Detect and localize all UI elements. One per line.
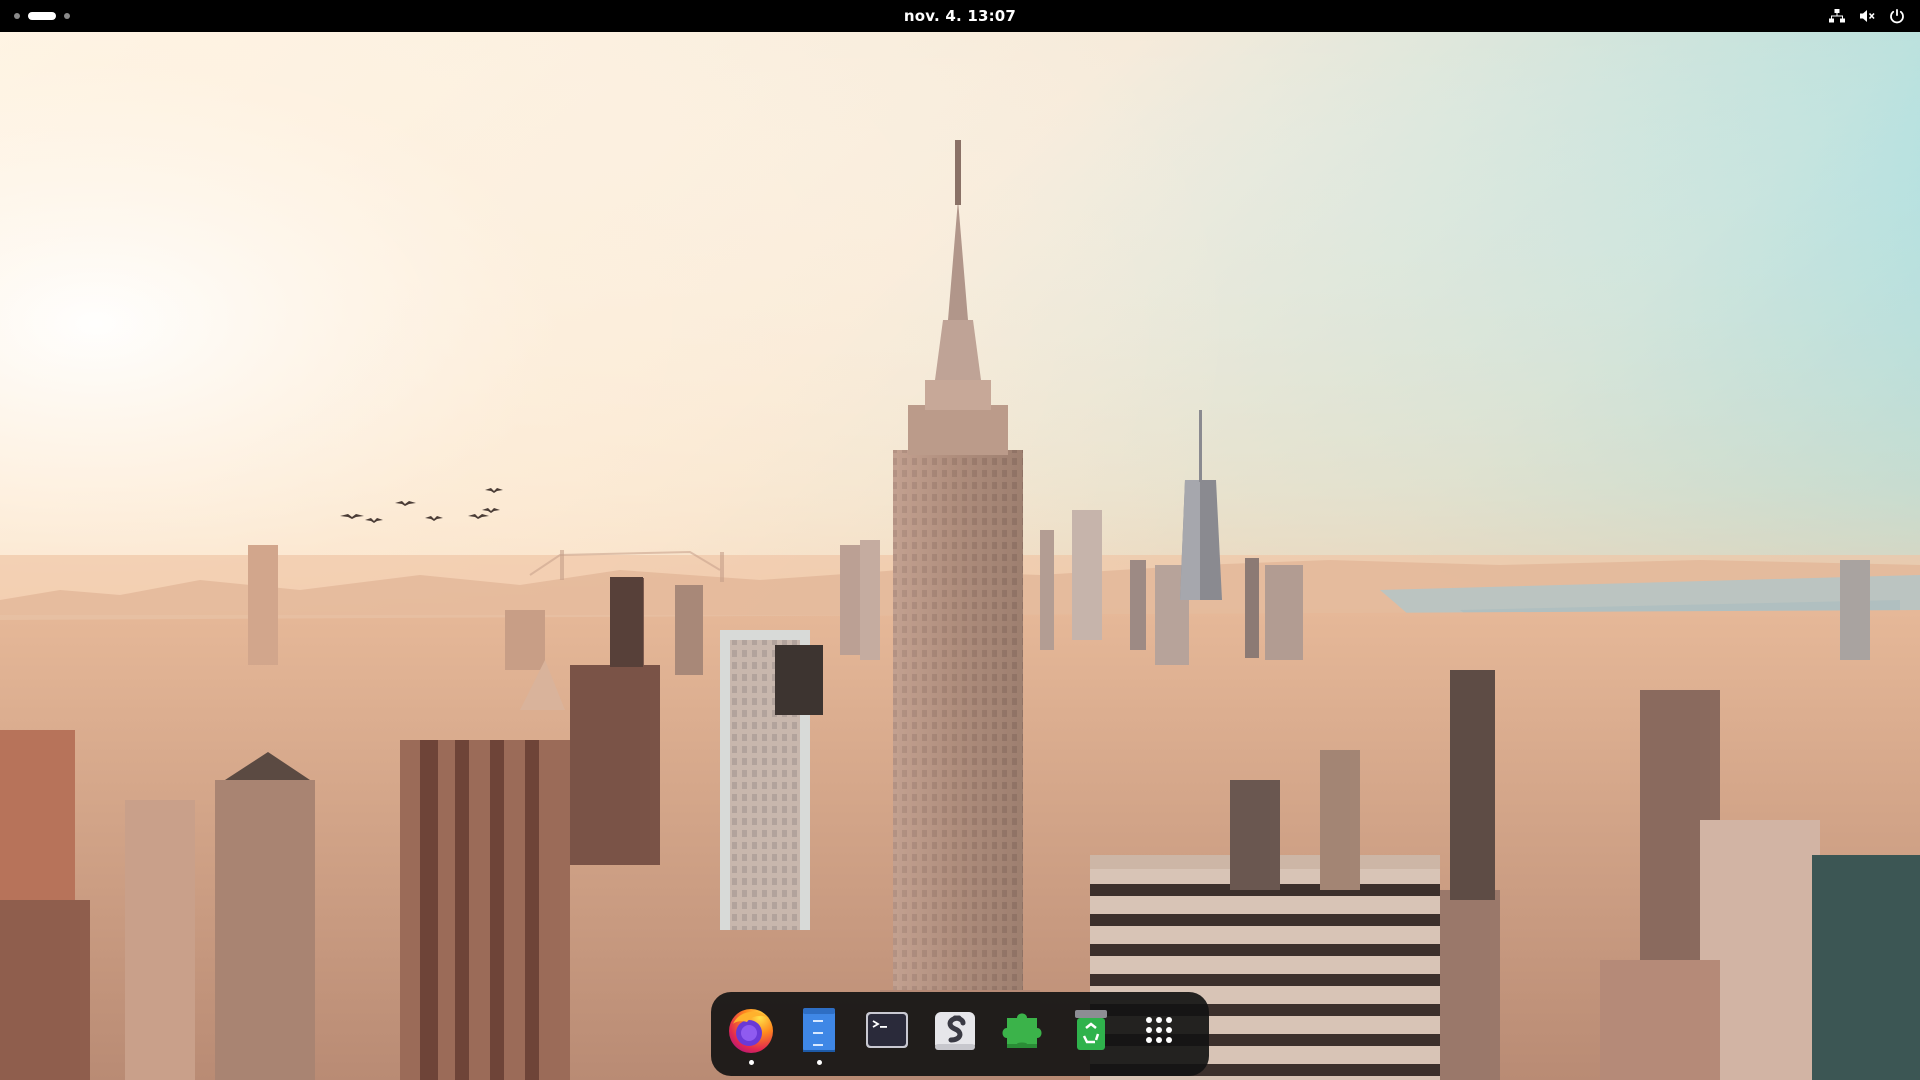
power-icon[interactable]	[1888, 7, 1906, 25]
terminal-icon	[866, 1012, 908, 1048]
system-tray[interactable]	[1828, 0, 1906, 32]
software-center-icon	[935, 1012, 975, 1050]
dock-item-text-editor[interactable]	[793, 1004, 845, 1056]
running-indicator	[817, 1060, 822, 1065]
firefox-icon	[729, 1009, 773, 1053]
text-editor-icon	[803, 1008, 835, 1052]
show-apps-icon	[1146, 1017, 1172, 1043]
dock-item-trash[interactable]	[1065, 1004, 1117, 1056]
trash-icon	[1075, 1010, 1107, 1050]
dock	[711, 992, 1209, 1076]
workspace-dot[interactable]	[64, 13, 70, 19]
extensions-icon	[1002, 1013, 1042, 1048]
clock-label[interactable]: nov. 4. 13:07	[904, 7, 1016, 25]
workspace-active[interactable]	[28, 12, 56, 20]
top-bar: nov. 4. 13:07	[0, 0, 1920, 32]
dock-item-terminal[interactable]	[861, 1004, 913, 1056]
wallpaper-city-skyline	[0, 0, 1920, 1080]
dock-item-extensions[interactable]	[997, 1004, 1049, 1056]
dock-item-software-center[interactable]	[929, 1004, 981, 1056]
workspace-dot[interactable]	[14, 13, 20, 19]
network-wired-icon[interactable]	[1828, 7, 1846, 25]
running-indicator	[749, 1060, 754, 1065]
volume-muted-icon[interactable]	[1858, 7, 1876, 25]
desktop[interactable]: nov. 4. 13:07	[0, 0, 1920, 1080]
activities-workspace-indicator[interactable]	[14, 11, 70, 21]
dock-item-firefox[interactable]	[725, 1004, 777, 1056]
clock-date-time: nov. 4. 13:07	[0, 0, 1920, 32]
show-apps-button[interactable]	[1133, 1004, 1185, 1056]
